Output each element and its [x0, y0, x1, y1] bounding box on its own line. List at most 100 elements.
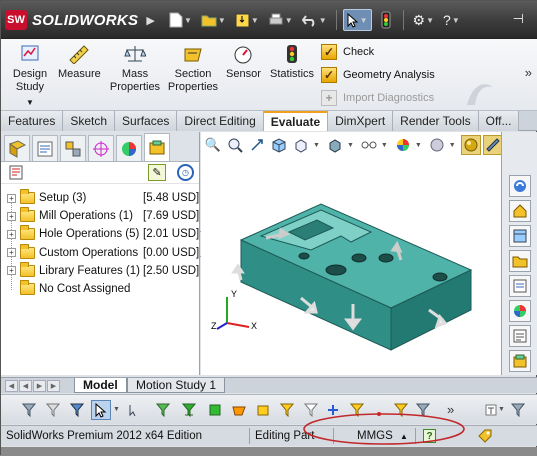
tab-render-tools[interactable]: Render Tools [393, 111, 479, 131]
geometry-analysis-button[interactable]: ✓ Geometry Analysis [321, 66, 435, 84]
tab-surfaces[interactable]: Surfaces [115, 111, 178, 131]
tree-item-hole-operations[interactable]: + Hole Operations (5) [2.01 USD] [1, 225, 200, 243]
design-study-button[interactable]: Design Study ▼ [9, 43, 51, 109]
pin-icon[interactable]: ⊣ [513, 11, 524, 27]
dimxpert-manager-icon[interactable] [88, 135, 114, 161]
tab-motion-study[interactable]: Motion Study 1 [127, 378, 226, 393]
display-manager-icon[interactable] [116, 135, 142, 161]
tag-icon[interactable] [477, 428, 493, 447]
previous-tab-icon[interactable]: ◀ [19, 380, 32, 392]
machined-block[interactable] [239, 203, 473, 351]
configuration-manager-icon[interactable] [60, 135, 86, 161]
save-icon[interactable]: ▼ [232, 9, 262, 31]
sensor-button[interactable]: Sensor [226, 43, 261, 81]
toolbar-divider [335, 10, 337, 30]
chevron-down-icon[interactable]: ▼ [113, 406, 120, 413]
geometry-analysis-label: Geometry Analysis [343, 69, 435, 81]
mass-properties-label: Mass Properties [109, 68, 161, 93]
chevron-down-icon[interactable]: ▼ [26, 96, 34, 109]
section-properties-button[interactable]: Section Properties [167, 43, 219, 94]
y-axis-label: Y [231, 289, 237, 299]
home-icon[interactable] [509, 200, 531, 222]
costing-task-icon[interactable] [509, 350, 531, 372]
tree-item-library-features[interactable]: + Library Features (1) [2.50 USD] [1, 261, 200, 280]
first-tab-icon[interactable]: ◀ [5, 380, 18, 392]
tab-features[interactable]: Features [1, 111, 64, 131]
import-diagnostics-button[interactable]: + Import Diagnostics [321, 89, 435, 107]
clear-filters-icon[interactable] [43, 400, 63, 420]
expand-icon[interactable]: + [7, 266, 16, 276]
part-model[interactable] [201, 132, 501, 375]
file-explorer-icon[interactable] [509, 250, 531, 272]
history-clock-icon[interactable]: ◷ [177, 164, 194, 181]
quick-access-toolbar: ▼ ▼ ▼ ▼ ▼ ▼ ⚙ ▼ ? ▼ [166, 9, 463, 31]
tab-evaluate[interactable]: Evaluate [263, 111, 329, 131]
select-cursor-icon[interactable]: ▼ [342, 9, 372, 31]
tab-model[interactable]: Model [74, 378, 127, 393]
tab-office[interactable]: Off... [478, 111, 520, 131]
tree-item-mill-operations[interactable]: + Mill Operations (1) [7.69 USD] [1, 207, 200, 225]
options-gear-icon[interactable]: ⚙ ▼ [410, 9, 437, 31]
statistics-button[interactable]: Statistics [270, 43, 314, 81]
expand-menu-icon[interactable]: ▶ [146, 14, 154, 27]
folder-icon [20, 280, 35, 296]
tree-item-setup[interactable]: + Setup (3) [5.48 USD] [1, 189, 200, 207]
expand-icon[interactable]: + [7, 229, 16, 239]
costing-manager-icon[interactable] [144, 133, 170, 161]
design-study-label: Design Study [12, 68, 48, 93]
filter-edges-icon[interactable] [179, 400, 199, 420]
graphics-area[interactable]: 🔍 ▼ ▼ ▼ ▼ ▼ X Y Z [201, 132, 521, 375]
filter-faces-icon[interactable] [205, 400, 225, 420]
model-tabs-bar: ◀ ◀ ▶ ▶ Model Motion Study 1 [1, 377, 537, 393]
open-folder-icon[interactable]: ▼ [198, 9, 229, 31]
app-menu[interactable]: SW SOLIDWORKS ▶ [5, 10, 155, 30]
manager-tabs [1, 132, 199, 162]
mass-properties-button[interactable]: Mass Properties [109, 43, 161, 94]
undo-icon[interactable]: ▼ [299, 9, 330, 31]
select-all-filters-icon[interactable] [67, 400, 87, 420]
more-commands-icon[interactable]: » [525, 65, 532, 80]
help-question-icon[interactable]: ? ▼ [440, 9, 463, 31]
measure-button[interactable]: Measure [58, 43, 101, 81]
filter-solid-bodies-icon[interactable] [253, 400, 273, 420]
chevron-down-icon[interactable]: ▼ [498, 406, 505, 413]
print-icon[interactable]: ▼ [265, 9, 296, 31]
expand-icon[interactable]: + [7, 193, 16, 203]
appearances-scenes-icon[interactable] [509, 300, 531, 322]
expand-icon[interactable]: + [7, 211, 16, 221]
tree-item-custom-operations[interactable]: + Custom Operations [0.00 USD] [1, 243, 200, 262]
tab-scroll-buttons: ◀ ◀ ▶ ▶ [5, 380, 60, 392]
last-tab-icon[interactable]: ▶ [47, 380, 60, 392]
next-tab-icon[interactable]: ▶ [33, 380, 46, 392]
tree-item-cost: [2.50 USD] [143, 264, 200, 277]
custom-properties-icon[interactable] [509, 325, 531, 347]
z-axis-label: Z [211, 321, 217, 331]
tree-item-label: Setup (3) [39, 192, 87, 205]
tree-item-cost: [7.69 USD] [143, 210, 200, 223]
tab-sketch[interactable]: Sketch [63, 111, 116, 131]
tab-direct-editing[interactable]: Direct Editing [177, 111, 264, 131]
costing-template-icon[interactable] [9, 165, 25, 184]
solidworks-resources-icon[interactable] [509, 175, 531, 197]
statistics-icon [280, 43, 304, 65]
filter-vertices-icon[interactable] [153, 400, 173, 420]
select-cursor-icon[interactable] [91, 400, 111, 420]
filter-options-icon[interactable] [508, 400, 528, 420]
edit-cost-icon[interactable]: ✎ [148, 164, 166, 181]
new-document-icon[interactable]: ▼ [166, 9, 195, 31]
tree-item-no-cost-assigned[interactable]: No Cost Assigned [1, 280, 200, 298]
select-other-icon[interactable] [125, 400, 145, 420]
filter-axes-icon[interactable] [277, 400, 297, 420]
check-button[interactable]: ✓ Check [321, 43, 435, 61]
filter-surface-bodies-icon[interactable] [229, 400, 249, 420]
view-palette-icon[interactable] [509, 275, 531, 297]
x-axis-label: X [251, 321, 257, 331]
property-manager-icon[interactable] [32, 135, 58, 161]
rebuild-traffic-light-icon[interactable] [375, 9, 397, 31]
tree-item-label: Custom Operations [39, 246, 139, 259]
expand-icon[interactable]: + [7, 248, 16, 258]
feature-manager-icon[interactable] [4, 135, 30, 161]
design-library-icon[interactable] [509, 225, 531, 247]
filter-toggle-icon[interactable] [19, 400, 39, 420]
tab-dimxpert[interactable]: DimXpert [328, 111, 394, 131]
